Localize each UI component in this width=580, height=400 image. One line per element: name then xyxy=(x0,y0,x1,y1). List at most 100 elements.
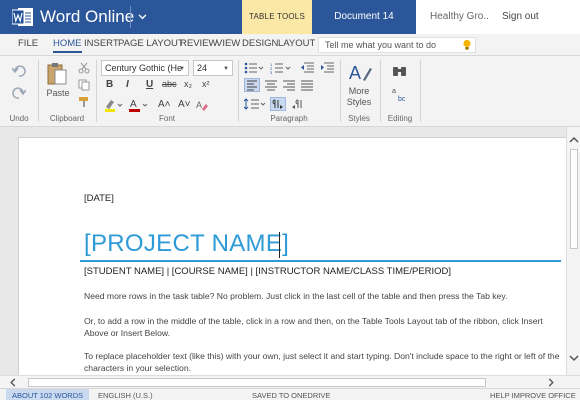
align-left-icon xyxy=(247,80,257,91)
font-size-value: 24 xyxy=(197,63,208,73)
help-improve-office-link[interactable]: HELP IMPROVE OFFICE xyxy=(490,389,576,400)
separator xyxy=(238,60,239,122)
strikethrough-button[interactable]: abc xyxy=(162,79,177,89)
svg-text:A: A xyxy=(196,100,202,110)
title-bar: Word Online TABLE TOOLS Document 14 Heal… xyxy=(0,0,580,34)
save-status: SAVED TO ONEDRIVE xyxy=(252,391,331,400)
decrease-indent-icon[interactable] xyxy=(300,62,314,74)
align-center-icon[interactable] xyxy=(264,79,278,91)
doc-paragraph[interactable]: To replace placeholder text (like this) … xyxy=(84,351,564,374)
font-size-select[interactable]: 24 ▼ xyxy=(193,60,233,76)
sign-out-link[interactable]: Sign out xyxy=(488,0,580,34)
underline-button[interactable]: U xyxy=(146,79,153,90)
tab-insert[interactable]: INSERT xyxy=(84,38,119,49)
paste-icon[interactable] xyxy=(46,62,68,86)
numbering-icon[interactable]: 1 2 3 xyxy=(270,62,292,74)
scroll-down-icon[interactable] xyxy=(569,353,579,363)
tab-view[interactable]: VIEW xyxy=(216,38,240,49)
align-right-icon[interactable] xyxy=(282,79,296,91)
horizontal-scroll-thumb[interactable] xyxy=(28,378,486,387)
styles-group-label: Styles xyxy=(348,114,370,123)
paragraph-group-label: Paragraph xyxy=(270,114,308,123)
scroll-up-icon[interactable] xyxy=(569,135,579,145)
justify-icon[interactable] xyxy=(300,79,314,91)
tab-review[interactable]: REVIEW xyxy=(180,38,217,49)
font-name-value: Century Gothic (He xyxy=(105,63,183,73)
line-spacing-icon[interactable] xyxy=(244,98,266,110)
replace-icon[interactable]: a bc xyxy=(392,86,408,102)
undo-icon[interactable] xyxy=(12,64,26,78)
tell-me-search[interactable]: Tell me what you want to do xyxy=(318,37,476,53)
scroll-left-icon[interactable] xyxy=(8,378,18,387)
doc-title-placeholder[interactable]: [PROJECT NAME] xyxy=(84,230,289,258)
svg-text:a: a xyxy=(392,88,396,95)
paste-button[interactable]: Paste xyxy=(44,88,72,98)
editing-group-label: Editing xyxy=(387,114,413,123)
font-group-label: Font xyxy=(158,114,175,123)
find-icon[interactable] xyxy=(392,64,408,78)
svg-text:3: 3 xyxy=(270,70,273,74)
separator xyxy=(38,60,39,122)
cut-icon[interactable] xyxy=(78,62,90,74)
chevron-down-icon: ▼ xyxy=(223,66,229,72)
table-tools-contextual-tab: TABLE TOOLS xyxy=(242,0,312,34)
clear-formatting-icon[interactable]: A xyxy=(196,99,208,111)
account-name[interactable]: Healthy Gro... xyxy=(416,0,488,34)
word-count[interactable]: ABOUT 102 WORDS xyxy=(6,389,90,400)
separator xyxy=(96,60,97,122)
grow-font-button[interactable]: A˄ xyxy=(158,99,171,110)
bullets-icon[interactable] xyxy=(244,62,264,74)
right-to-left-icon[interactable] xyxy=(290,98,304,110)
status-bar: ABOUT 102 WORDS ENGLISH (U.S.) SAVED TO … xyxy=(0,388,580,400)
more-styles-label-1: More xyxy=(348,86,370,96)
separator xyxy=(380,60,381,122)
align-left-button[interactable] xyxy=(244,78,260,92)
font-color-icon[interactable]: A xyxy=(128,98,150,112)
italic-button[interactable]: I xyxy=(126,79,129,90)
chevron-down-icon: ▼ xyxy=(179,66,185,72)
left-to-right-icon xyxy=(272,99,283,109)
separator xyxy=(420,60,421,122)
tab-layout[interactable]: LAYOUT xyxy=(278,38,315,49)
shrink-font-button[interactable]: A˅ xyxy=(178,99,191,110)
ltr-button[interactable] xyxy=(270,97,286,111)
ribbon-tabs: FILE HOME INSERT PAGE LAYOUT REVIEW VIEW… xyxy=(0,34,580,56)
styles-icon[interactable]: A xyxy=(348,60,372,84)
document-name[interactable]: Document 14 xyxy=(312,0,416,34)
highlight-color-icon[interactable] xyxy=(104,98,124,112)
text-cursor xyxy=(279,232,280,258)
redo-icon[interactable] xyxy=(12,86,26,100)
more-styles-button[interactable]: More Styles xyxy=(340,86,378,108)
doc-paragraph[interactable]: Or, to add a row in the middle of the ta… xyxy=(84,316,564,339)
word-logo-icon xyxy=(12,8,33,26)
scroll-right-icon[interactable] xyxy=(546,378,556,387)
doc-subtitle-placeholder[interactable]: [STUDENT NAME] | [COURSE NAME] | [INSTRU… xyxy=(84,266,451,277)
lightbulb-icon xyxy=(463,39,471,50)
ribbon: Undo Paste Clipboard Century Gothic (He … xyxy=(0,56,580,127)
tab-file[interactable]: FILE xyxy=(18,38,38,49)
vertical-scrollbar[interactable] xyxy=(566,127,580,375)
horizontal-scrollbar[interactable] xyxy=(0,375,580,388)
vertical-scroll-thumb[interactable] xyxy=(570,149,578,249)
doc-paragraph[interactable]: Need more rows in the task table? No pro… xyxy=(84,291,564,303)
chevron-down-icon[interactable] xyxy=(130,6,152,28)
svg-text:bc: bc xyxy=(398,96,406,102)
undo-group-label: Undo xyxy=(9,114,29,123)
font-name-select[interactable]: Century Gothic (He ▼ xyxy=(101,60,189,76)
format-painter-icon[interactable] xyxy=(78,96,90,108)
svg-text:A: A xyxy=(349,63,361,83)
subscript-button[interactable]: x₂ xyxy=(184,79,192,89)
tab-home[interactable]: HOME xyxy=(53,38,82,53)
doc-date-placeholder[interactable]: [DATE] xyxy=(84,193,114,204)
title-underline xyxy=(80,260,561,262)
increase-indent-icon[interactable] xyxy=(320,62,334,74)
superscript-button[interactable]: x² xyxy=(202,79,210,89)
app-name[interactable]: Word Online xyxy=(40,7,134,27)
tab-design[interactable]: DESIGN xyxy=(242,38,278,49)
bold-button[interactable]: B xyxy=(106,79,113,90)
clipboard-group-label: Clipboard xyxy=(49,114,85,123)
copy-icon[interactable] xyxy=(78,79,90,91)
language-indicator[interactable]: ENGLISH (U.S.) xyxy=(98,389,153,400)
more-styles-label-2: Styles xyxy=(346,97,372,107)
tab-page-layout[interactable]: PAGE LAYOUT xyxy=(118,38,184,49)
